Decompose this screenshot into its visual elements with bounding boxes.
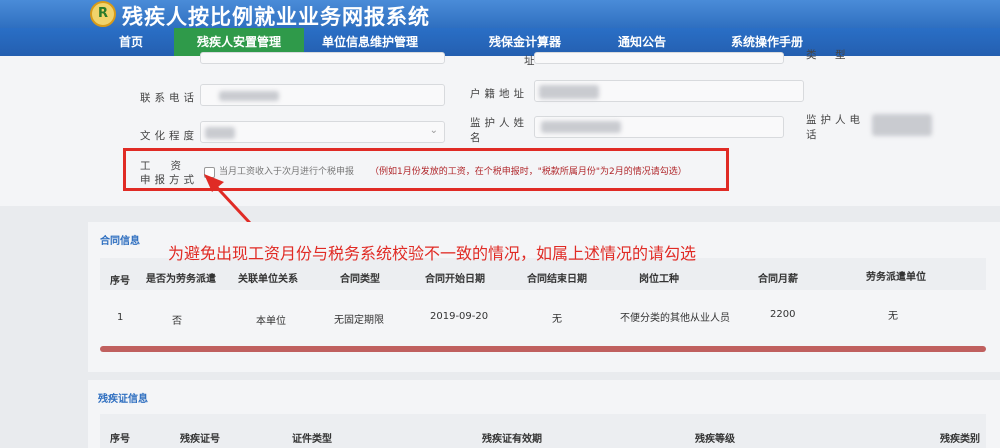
contract-row-no: 1	[117, 312, 124, 323]
contract-col-salary: 合同月薪	[758, 274, 798, 285]
disability-table-header	[100, 414, 986, 448]
address-label: 户籍地址	[470, 88, 528, 100]
redacted-value	[219, 91, 279, 101]
redacted-value	[205, 127, 235, 139]
education-select[interactable]: ⌄	[200, 121, 445, 143]
disability-col-category: 残疾类别	[940, 434, 980, 445]
redacted-value	[541, 121, 621, 133]
disability-col-level: 残疾等级	[695, 434, 735, 445]
contract-row-job: 不便分类的其他从业人员	[620, 313, 730, 324]
redacted-value	[539, 85, 599, 99]
contract-col-dispatch-unit: 劳务派遣单位	[866, 272, 926, 283]
contract-row-relation: 本单位	[256, 316, 286, 327]
chevron-down-icon: ⌄	[429, 125, 438, 136]
disability-section-title: 残疾证信息	[98, 394, 148, 405]
site-logo: R	[90, 1, 116, 27]
contract-row-dispatch-unit: 无	[888, 311, 898, 322]
contract-row-salary: 2200	[770, 309, 796, 320]
disability-col-no: 序号	[110, 434, 130, 445]
contract-row-end: 无	[552, 314, 562, 325]
guardian-name-label: 监护人姓名	[470, 117, 528, 144]
guardian-phone-redacted	[872, 114, 932, 136]
wage-checkbox-note: （例如1月份发放的工资，在个税申报时，"税款所属月份"为2月的情况请勾选）	[370, 167, 687, 177]
contract-col-type: 合同类型	[340, 274, 380, 285]
guardian-phone-label: 监护人电话	[806, 114, 864, 141]
type-label: 类 型	[806, 49, 850, 61]
top-cut-field[interactable]	[200, 52, 445, 64]
nav-home[interactable]: 首页	[100, 28, 162, 56]
wage-label-line1: 工资	[140, 160, 201, 172]
contract-row-type: 无固定期限	[334, 315, 384, 326]
site-header: R 残疾人按比例就业业务网报系统	[0, 0, 1000, 29]
contract-horizontal-scrollbar[interactable]	[100, 346, 986, 352]
contract-col-end: 合同结束日期	[527, 274, 587, 285]
address-input[interactable]	[534, 80, 804, 102]
phone-label: 联系电话	[140, 92, 198, 104]
disability-col-validity: 残疾证有效期	[482, 434, 542, 445]
contract-row-dispatch: 否	[172, 316, 182, 327]
annotation-text: 为避免出现工资月份与税务系统校验不一致的情况，如属上述情况的请勾选	[168, 244, 697, 263]
wage-label-line2: 申报方式	[140, 174, 198, 186]
education-label: 文化程度	[140, 130, 198, 142]
contract-col-job: 岗位工种	[639, 274, 679, 285]
disability-col-cert-no: 残疾证号	[180, 434, 220, 445]
phone-input[interactable]	[200, 84, 445, 106]
contract-col-dispatch: 是否为劳务派遣	[146, 274, 216, 285]
guardian-name-input[interactable]	[534, 116, 784, 138]
top-cut-field-2[interactable]	[534, 52, 784, 64]
contract-col-start: 合同开始日期	[425, 274, 485, 285]
contract-row-start: 2019-09-20	[430, 311, 489, 322]
main-nav: 首页 残疾人安置管理 单位信息维护管理 残保金计算器 通知公告 系统操作手册	[0, 28, 1000, 56]
site-title: 残疾人按比例就业业务网报系统	[122, 5, 430, 29]
disability-col-doc-type: 证件类型	[292, 434, 332, 445]
contract-section-title: 合同信息	[100, 236, 140, 247]
contract-col-no: 序号	[110, 276, 130, 287]
contract-col-relation: 关联单位关系	[238, 274, 298, 285]
